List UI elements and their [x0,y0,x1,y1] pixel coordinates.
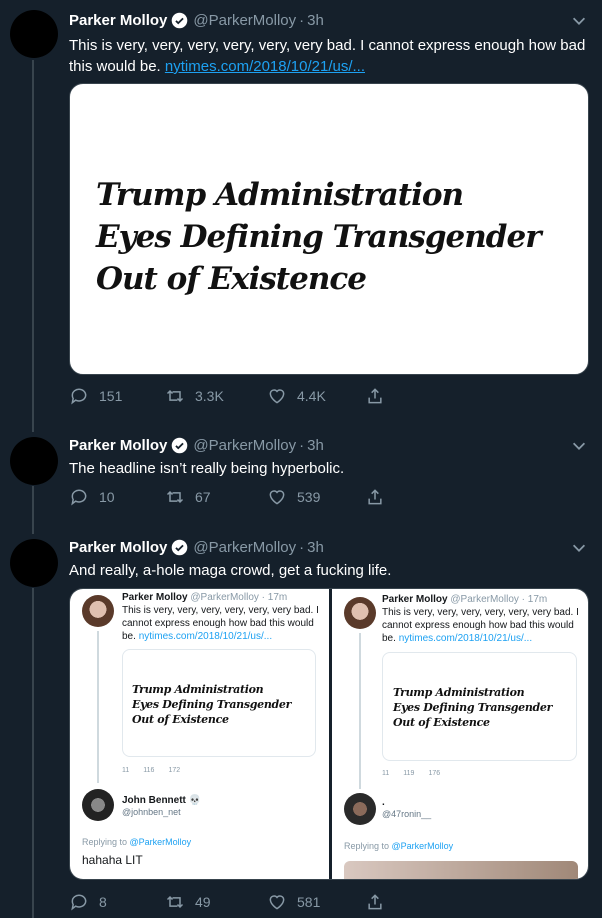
author-name[interactable]: Parker Molloy [69,539,167,556]
screenshot-reply-handle: @johnben_net [122,807,181,817]
retweet-button[interactable]: 3.3K [165,386,224,406]
tweet-time[interactable]: 3h [307,12,324,29]
author-handle[interactable]: @ParkerMolloy [193,437,296,454]
screenshot-card-headline: Trump Administration Eyes Defining Trans… [393,686,553,729]
verified-badge-icon [172,437,188,454]
screenshot-actions: 11 119 176 [382,770,441,777]
share-icon [368,388,382,404]
reply-icon [71,894,87,911]
share-button[interactable] [365,487,395,507]
share-icon [368,489,382,505]
tweet-header: Parker Molloy @ParkerMolloy · 3h [69,539,324,556]
screenshot-replying-to: Replying to @ParkerMolloy [82,837,192,847]
like-button[interactable]: 4.4K [267,386,326,406]
retweet-icon [166,895,184,909]
tweet-time[interactable]: 3h [307,437,324,454]
reply-button[interactable]: 10 [69,487,115,507]
screenshot-avatar [82,595,114,627]
author-name[interactable]: Parker Molloy [69,437,167,454]
retweet-button[interactable]: 49 [165,892,211,912]
separator-dot: · [299,12,305,29]
screenshot-text: This is very, very, very, very, very, ve… [382,607,579,644]
avatar[interactable] [10,10,58,58]
screenshot-author: Parker Molloy @ParkerMolloy · 17m [122,592,288,603]
retweet-icon [166,389,184,403]
retweet-icon [166,490,184,504]
tweet-time[interactable]: 3h [307,539,324,556]
tweet-text: And really, a-hole maga crowd, get a fuc… [69,562,392,579]
retweet-count: 49 [195,894,211,910]
screenshot-actions: 11 116 172 [122,767,181,774]
screenshot-card-headline: Trump Administration Eyes Defining Trans… [132,683,292,726]
tweet-text: The headline isn’t really being hyperbol… [69,460,345,477]
screenshot-author: Parker Molloy @ParkerMolloy · 17m [382,594,548,605]
chevron-down-icon[interactable] [570,12,588,30]
tweet-actions: 10 67 539 [69,487,399,511]
reply-count: 151 [99,388,123,404]
screenshot-text: This is very, very, very, very, very, ve… [122,605,319,642]
screenshot-thread-line [359,633,361,789]
heart-icon [269,389,285,404]
screenshot-image[interactable]: Parker Molloy @ParkerMolloy · 17m This i… [332,589,588,879]
tweet-header: Parker Molloy @ParkerMolloy · 3h [69,437,324,454]
share-button[interactable] [365,892,395,912]
media-grid[interactable]: Parker Molloy @ParkerMolloy · 17m This i… [69,588,589,880]
avatar[interactable] [10,437,58,485]
screenshot-reply-avatar [344,793,376,825]
like-button[interactable]: 539 [267,487,320,507]
screenshot-reply-image [344,861,578,879]
screenshot-reply-handle: @47ronin__ [382,809,432,819]
tweet[interactable]: Parker Molloy @ParkerMolloy · 3h And rea… [0,527,602,918]
tweet-link[interactable]: nytimes.com/2018/10/21/us/... [165,58,365,75]
screenshot-reply-avatar [82,789,114,821]
chevron-down-icon[interactable] [570,437,588,455]
reply-count: 8 [99,894,107,910]
retweet-count: 67 [195,489,211,505]
avatar[interactable] [10,539,58,587]
author-handle[interactable]: @ParkerMolloy [193,539,296,556]
screenshot-avatar [344,597,376,629]
screenshot-reply-author: John Bennett 💀 [122,795,202,806]
retweet-button[interactable]: 67 [165,487,211,507]
author-handle[interactable]: @ParkerMolloy [193,12,296,29]
heart-icon [269,490,285,505]
share-icon [368,894,382,910]
tweet-actions: 151 3.3K 4.4K [69,386,399,410]
reply-count: 10 [99,489,115,505]
screenshot-thread-line [97,631,99,783]
screenshot-link-card: Trump Administration Eyes Defining Trans… [122,649,316,757]
screenshot-reply-author: . [382,797,385,808]
tweet[interactable]: Parker Molloy @ParkerMolloy · 3h The hea… [0,425,602,525]
link-card[interactable]: Trump Administration Eyes Defining Trans… [69,83,589,375]
like-count: 581 [297,894,321,910]
separator-dot: · [299,437,305,454]
like-count: 4.4K [297,388,326,404]
screenshot-replying-to: Replying to @ParkerMolloy [344,841,454,851]
screenshot-link-card: Trump Administration Eyes Defining Trans… [382,652,577,761]
share-button[interactable] [365,386,395,406]
like-button[interactable]: 581 [267,892,320,912]
tweet-text: This is very, very, very, very, very, ve… [69,35,589,77]
screenshot-image[interactable]: Parker Molloy @ParkerMolloy · 17m This i… [70,589,329,879]
reply-icon [71,489,87,506]
author-name[interactable]: Parker Molloy [69,12,167,29]
card-headline: Trump Administration Eyes Defining Trans… [96,177,542,297]
reply-button[interactable]: 8 [69,892,107,912]
reply-icon [71,388,87,405]
separator-dot: · [299,539,305,556]
like-count: 539 [297,489,321,505]
reply-button[interactable]: 151 [69,386,122,406]
retweet-count: 3.3K [195,388,224,404]
tweet-actions: 8 49 581 [69,892,399,916]
tweet[interactable]: Parker Molloy @ParkerMolloy · 3h This is… [0,0,602,420]
verified-badge-icon [172,539,188,556]
screenshot-reply-text: hahaha LIT [82,853,143,867]
verified-badge-icon [172,12,188,29]
heart-icon [269,895,285,910]
chevron-down-icon[interactable] [570,539,588,557]
tweet-header: Parker Molloy @ParkerMolloy · 3h [69,12,324,29]
